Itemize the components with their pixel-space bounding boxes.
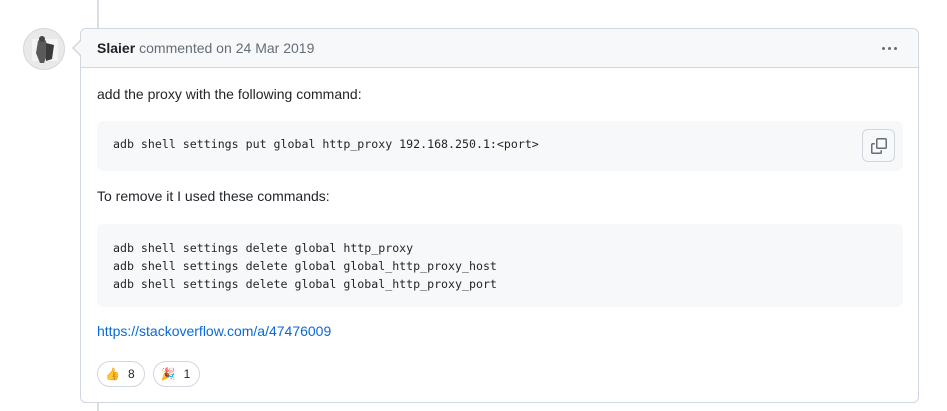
copy-button[interactable] <box>862 129 895 162</box>
comment-date[interactable]: 24 Mar 2019 <box>236 40 315 56</box>
code-block-1: adb shell settings put global http_proxy… <box>97 121 903 171</box>
code-lines: adb shell settings delete global http_pr… <box>113 239 497 293</box>
code-line: adb shell settings delete global http_pr… <box>113 241 414 255</box>
kebab-dot-icon <box>893 46 897 50</box>
reaction-count: 8 <box>127 367 135 381</box>
reactions-bar: 👍 8 🎉 1 <box>97 361 201 387</box>
reaction-count: 1 <box>183 367 191 381</box>
hooray-icon: 🎉 <box>160 367 176 381</box>
kebab-dot-icon <box>887 46 891 50</box>
author-name[interactable]: Slaier <box>97 40 135 56</box>
comment-paragraph-1: add the proxy with the following command… <box>97 86 362 102</box>
copy-icon <box>870 137 887 154</box>
code-line: adb shell settings put global http_proxy… <box>113 137 539 151</box>
comment-action: commented on <box>139 40 232 56</box>
thumbs-up-icon: 👍 <box>105 367 120 381</box>
code-line: adb shell settings delete global global_… <box>113 277 497 291</box>
reaction-thumbs-up[interactable]: 👍 8 <box>97 361 145 387</box>
avatar-image <box>24 29 64 69</box>
avatar[interactable] <box>23 28 65 70</box>
comment-paragraph-2: To remove it I used these commands: <box>97 188 330 204</box>
header-caret-inner <box>74 41 81 55</box>
stackoverflow-link[interactable]: https://stackoverflow.com/a/47476009 <box>97 323 331 339</box>
comment-header: Slaier commented on 24 Mar 2019 <box>72 29 918 68</box>
code-block-2: adb shell settings delete global http_pr… <box>97 224 903 307</box>
more-options-button[interactable] <box>878 40 900 56</box>
kebab-dot-icon <box>881 46 885 50</box>
reaction-hooray[interactable]: 🎉 1 <box>152 361 201 387</box>
comment-container: Slaier commented on 24 Mar 2019 add the … <box>72 28 919 403</box>
code-line: adb shell settings delete global global_… <box>113 259 497 273</box>
